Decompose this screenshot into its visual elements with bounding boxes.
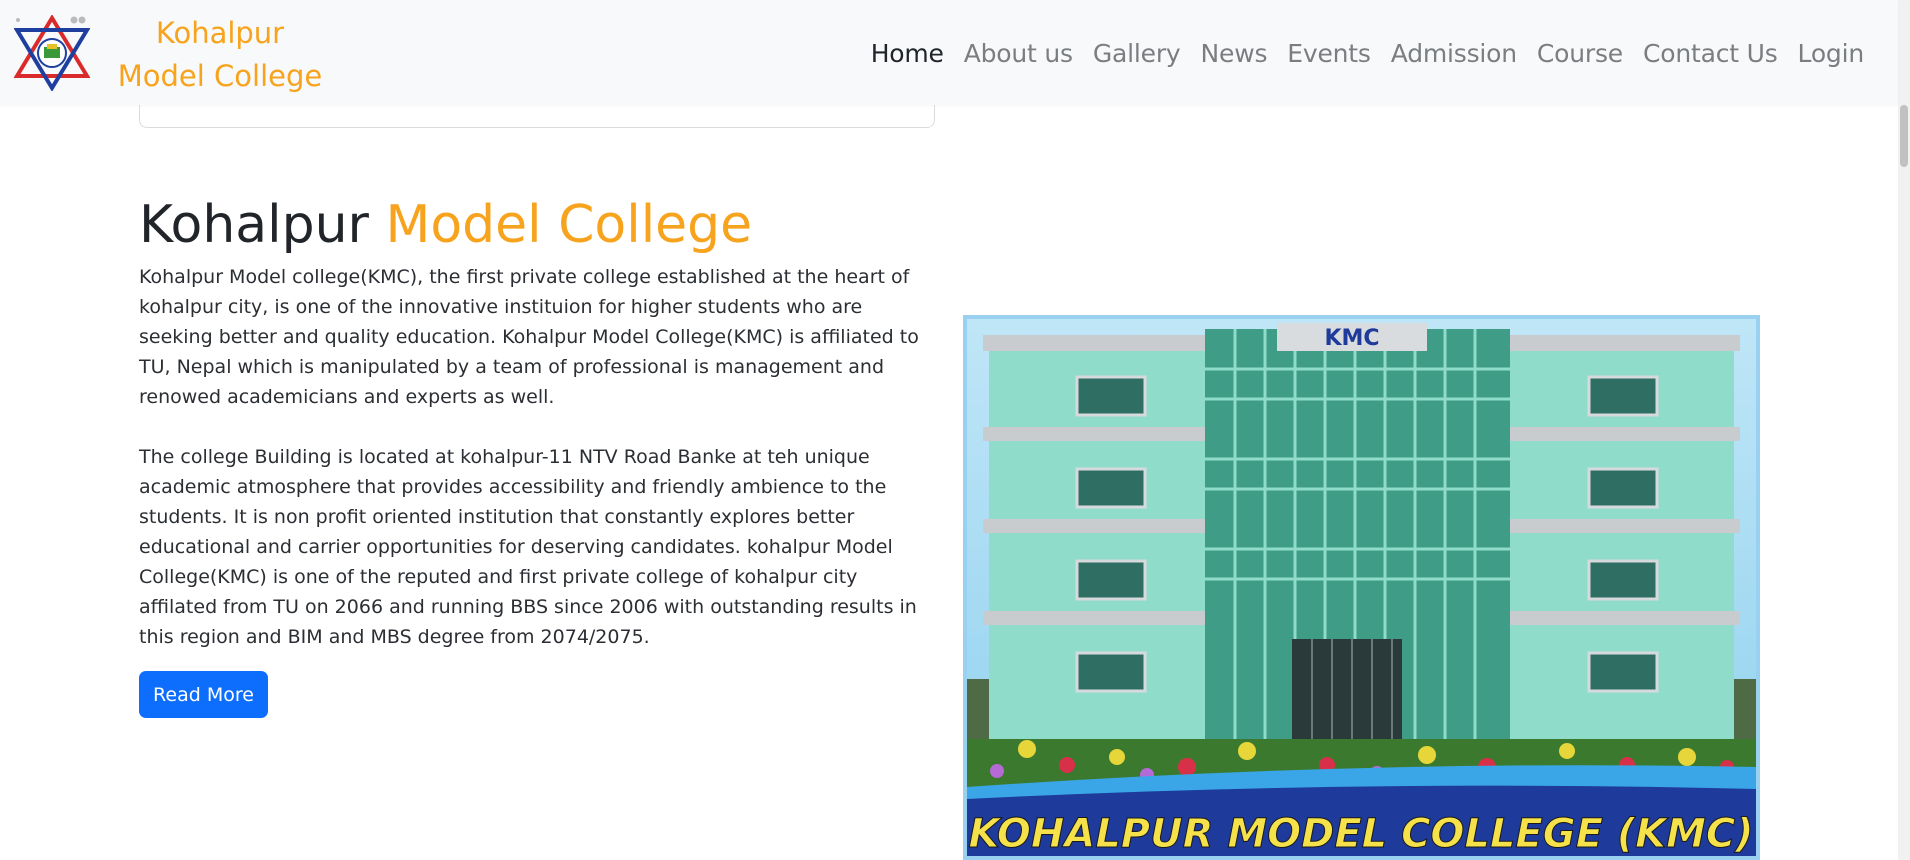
nav-link-gallery[interactable]: Gallery [1083, 34, 1191, 74]
nav-link-admission[interactable]: Admission [1381, 34, 1527, 74]
nav-link-news[interactable]: News [1191, 34, 1278, 74]
banner-text: KOHALPUR MODEL COLLEGE (KMC) [968, 811, 1753, 856]
title-dark-part: Kohalpur [139, 195, 369, 255]
college-building-photo: KMC KOHALPUR MODEL COLLEGE (KMC) [963, 315, 1760, 860]
page-title: Kohalpur Model College [139, 190, 752, 260]
scrollbar-thumb[interactable] [1900, 105, 1908, 167]
college-emblem-icon[interactable] [14, 15, 90, 91]
nav-link-login[interactable]: Login [1788, 34, 1874, 74]
title-accent-part: Model College [385, 195, 753, 255]
read-more-button[interactable]: Read More [139, 671, 268, 718]
nav-link-about-us[interactable]: About us [954, 34, 1083, 74]
vertical-scrollbar[interactable] [1898, 0, 1910, 860]
nav-link-contact-us[interactable]: Contact Us [1633, 34, 1788, 74]
main-nav: Home About us Gallery News Events Admission Co… [861, 34, 1874, 74]
nav-link-home[interactable]: Home [861, 34, 954, 74]
college-building-illustration: KMC KOHALPUR MODEL COLLEGE (KMC) [967, 319, 1756, 856]
brand-name[interactable]: Kohalpur Model College [115, 12, 325, 98]
nav-link-events[interactable]: Events [1277, 34, 1380, 74]
top-navbar: Kohalpur Model College Home About us Galle… [0, 0, 1898, 105]
nav-link-course[interactable]: Course [1527, 34, 1633, 74]
building-paragraph: The college Building is located at kohal… [139, 446, 917, 648]
intro-paragraph: Kohalpur Model college(KMC), the first p… [139, 266, 919, 408]
building-sign-text: KMC [1324, 326, 1379, 351]
